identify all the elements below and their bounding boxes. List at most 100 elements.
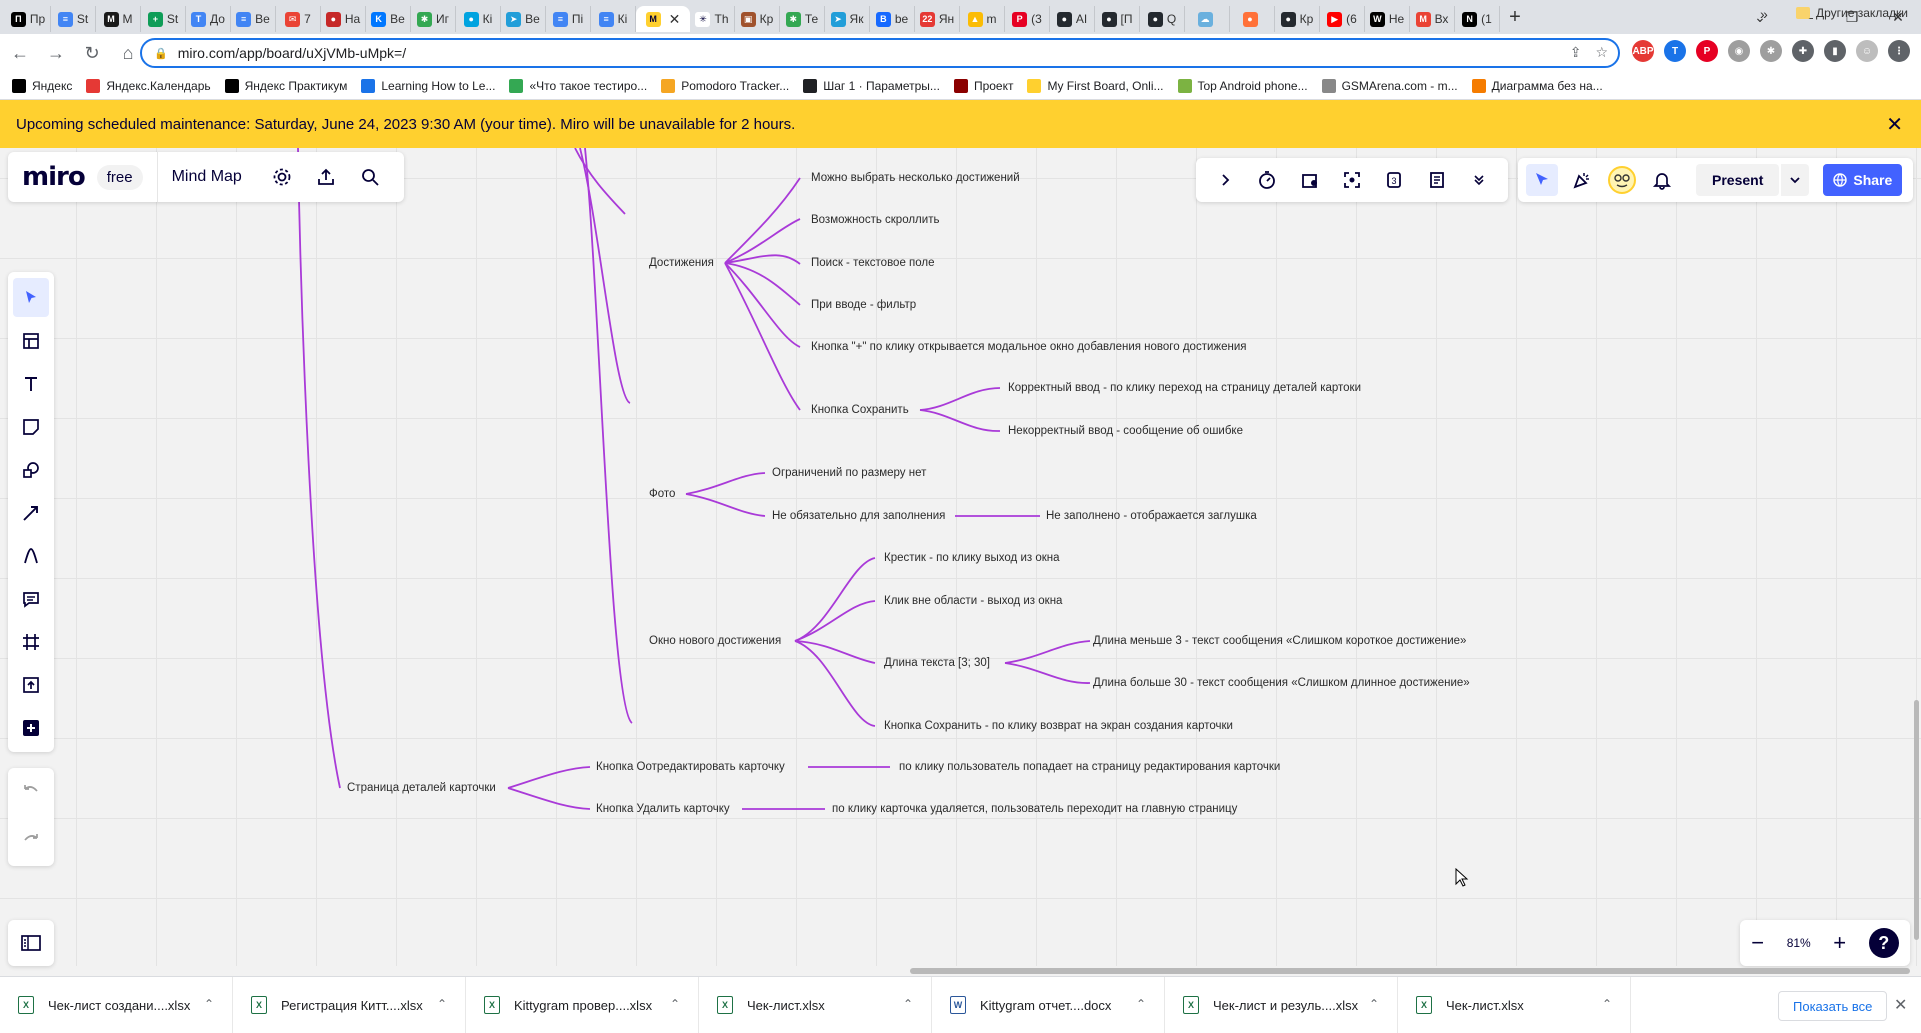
board-canvas[interactable]: Можно выбрать несколько достижений Возмо… [0, 148, 1921, 966]
node[interactable]: Некорректный ввод - сообщение об ошибке [1008, 424, 1243, 438]
shapes-icon[interactable] [13, 450, 49, 489]
bookmark-item[interactable]: Проект [953, 78, 1013, 93]
arrow-tool-icon[interactable] [13, 493, 49, 532]
node[interactable]: Не обязательно для заполнения [772, 509, 945, 523]
sticky-note-icon[interactable] [13, 407, 49, 446]
lock-icon[interactable]: 🔒 [154, 47, 168, 60]
tab[interactable]: ● [1230, 6, 1275, 32]
node[interactable]: Фото [649, 487, 675, 501]
download-item[interactable]: X Чек-лист и резуль....xlsx ⌃ [1165, 976, 1398, 1033]
undo-icon[interactable] [21, 780, 41, 805]
bookmark-item[interactable]: Top Android phone... [1177, 78, 1308, 93]
node[interactable]: При вводе - фильтр [811, 298, 916, 312]
notes-icon[interactable] [1421, 164, 1453, 196]
timer-icon[interactable] [1251, 164, 1283, 196]
present-button[interactable]: Present [1696, 164, 1780, 196]
tab[interactable]: 22 Ян [915, 6, 960, 32]
download-item[interactable]: X Чек-лист создани....xlsx ⌃ [0, 976, 233, 1033]
download-item[interactable]: X Kittygram провер....xlsx ⌃ [466, 976, 699, 1033]
node[interactable]: Кнопка "+" по клику открывается модально… [811, 340, 1246, 354]
tab[interactable]: ● Q [1140, 6, 1185, 32]
tab[interactable]: ● [П [1095, 6, 1140, 32]
frames-panel-icon[interactable] [8, 920, 54, 966]
node[interactable]: по клику карточка удаляется, пользовател… [832, 802, 1237, 816]
bookmark-item[interactable]: Learning How to Le... [361, 78, 495, 93]
tab[interactable]: P (3 [1005, 6, 1050, 32]
miro-logo[interactable]: miro [22, 162, 86, 192]
share-button[interactable]: Share [1823, 164, 1903, 196]
tab[interactable]: W Не [1365, 6, 1410, 32]
node[interactable]: Ограничений по размеру нет [772, 466, 926, 480]
node[interactable]: Длина меньше 3 - текст сообщения «Слишко… [1093, 634, 1466, 648]
select-tool-icon[interactable] [13, 278, 49, 318]
tab[interactable]: ● На [321, 6, 366, 32]
node[interactable]: Можно выбрать несколько достижений [811, 171, 1020, 185]
tab[interactable]: ✉ 7 [276, 6, 321, 32]
node[interactable]: Достижения [649, 256, 714, 270]
puzzle-icon[interactable]: ✚ [1792, 40, 1814, 62]
tab[interactable]: ➤ Як [825, 6, 870, 32]
sidepanel-icon[interactable]: ▮ [1824, 40, 1846, 62]
tab[interactable]: ● Кі [456, 6, 501, 32]
node[interactable]: Длина текста [3; 30] [884, 656, 990, 670]
bookmark-star-icon[interactable]: ☆ [1595, 44, 1608, 61]
chevron-up-icon[interactable]: ⌃ [670, 997, 680, 1011]
bell-icon[interactable] [1646, 164, 1678, 196]
focus-icon[interactable] [1336, 164, 1368, 196]
bookmark-item[interactable]: Диаграмма без на... [1471, 78, 1603, 93]
tab[interactable]: ✱ Те [780, 6, 825, 32]
download-item[interactable]: X Чек-лист.xlsx ⌃ [1398, 976, 1631, 1033]
chevron-up-icon[interactable]: ⌃ [1369, 997, 1379, 1011]
tab[interactable]: ▶ (6 [1320, 6, 1365, 32]
close-icon[interactable]: ✕ [1886, 112, 1903, 137]
node[interactable]: Возможность скроллить [811, 213, 939, 227]
node[interactable]: Крестик - по клику выход из окна [884, 551, 1060, 565]
chevron-up-icon[interactable]: ⌃ [204, 997, 214, 1011]
node[interactable]: Клик вне области - выход из окна [884, 594, 1062, 608]
tab[interactable]: ● АІ [1050, 6, 1095, 32]
tab[interactable]: T До [186, 6, 231, 32]
bookmark-item[interactable]: Яндекс Практикум [224, 78, 347, 93]
back-icon[interactable]: ← [4, 37, 36, 69]
chevron-up-icon[interactable]: ⌃ [1136, 997, 1146, 1011]
tab[interactable]: ✳ Th [690, 6, 735, 32]
tab[interactable]: M Вх [1410, 6, 1455, 32]
new-tab-icon[interactable]: + [1500, 6, 1530, 29]
tab[interactable]: ≡ St [51, 6, 96, 32]
settings-icon[interactable] [264, 159, 300, 195]
zoom-out-icon[interactable]: − [1751, 930, 1764, 956]
upload-icon[interactable] [13, 666, 49, 705]
tab[interactable]: ≡ Пі [546, 6, 591, 32]
node[interactable]: Страница деталей карточки [347, 781, 496, 795]
bookmark-item[interactable]: Яндекс [12, 78, 72, 93]
download-item[interactable]: W Kittygram отчет....docx ⌃ [932, 976, 1165, 1033]
node[interactable]: Не заполнено - отображается заглушка [1046, 509, 1257, 523]
url-input[interactable]: 🔒 miro.com/app/board/uXjVMb-uMpk=/ ⇪ ☆ [140, 38, 1620, 68]
tab[interactable]: ▣ Кр [735, 6, 780, 32]
pen-tool-icon[interactable] [13, 537, 49, 576]
search-icon[interactable] [352, 159, 388, 195]
tab[interactable]: ≡ Кі [591, 6, 636, 32]
node[interactable]: Кнопка Сохранить [811, 403, 909, 417]
adblock-icon[interactable]: ABP [1632, 40, 1654, 62]
tab[interactable]: + St [141, 6, 186, 32]
bookmark-item[interactable]: Pomodoro Tracker... [661, 78, 789, 93]
profile-avatar[interactable]: ☺ [1856, 40, 1878, 62]
reactions-icon[interactable] [1294, 164, 1326, 196]
tab[interactable]: ☁ [1185, 6, 1230, 32]
bookmarks-overflow-icon[interactable]: » [1760, 6, 1768, 22]
download-item[interactable]: X Регистрация Китт....xlsx ⌃ [233, 976, 466, 1033]
node[interactable]: Кнопка Удалить карточку [596, 802, 730, 816]
tab-active[interactable]: M ✕ [636, 6, 690, 32]
forward-icon[interactable]: → [40, 37, 72, 69]
bookmark-item[interactable]: GSMArena.com - m... [1321, 78, 1458, 93]
plan-badge[interactable]: free [96, 164, 143, 190]
zoom-in-icon[interactable]: + [1833, 930, 1846, 956]
board-title[interactable]: Mind Map [172, 168, 242, 186]
redo-icon[interactable] [21, 829, 41, 854]
chevron-up-icon[interactable]: ⌃ [903, 997, 913, 1011]
user-avatar[interactable] [1606, 164, 1638, 196]
tab[interactable]: Bbe [870, 6, 915, 32]
tab[interactable]: ● Кр [1275, 6, 1320, 32]
celebrate-icon[interactable] [1566, 164, 1598, 196]
